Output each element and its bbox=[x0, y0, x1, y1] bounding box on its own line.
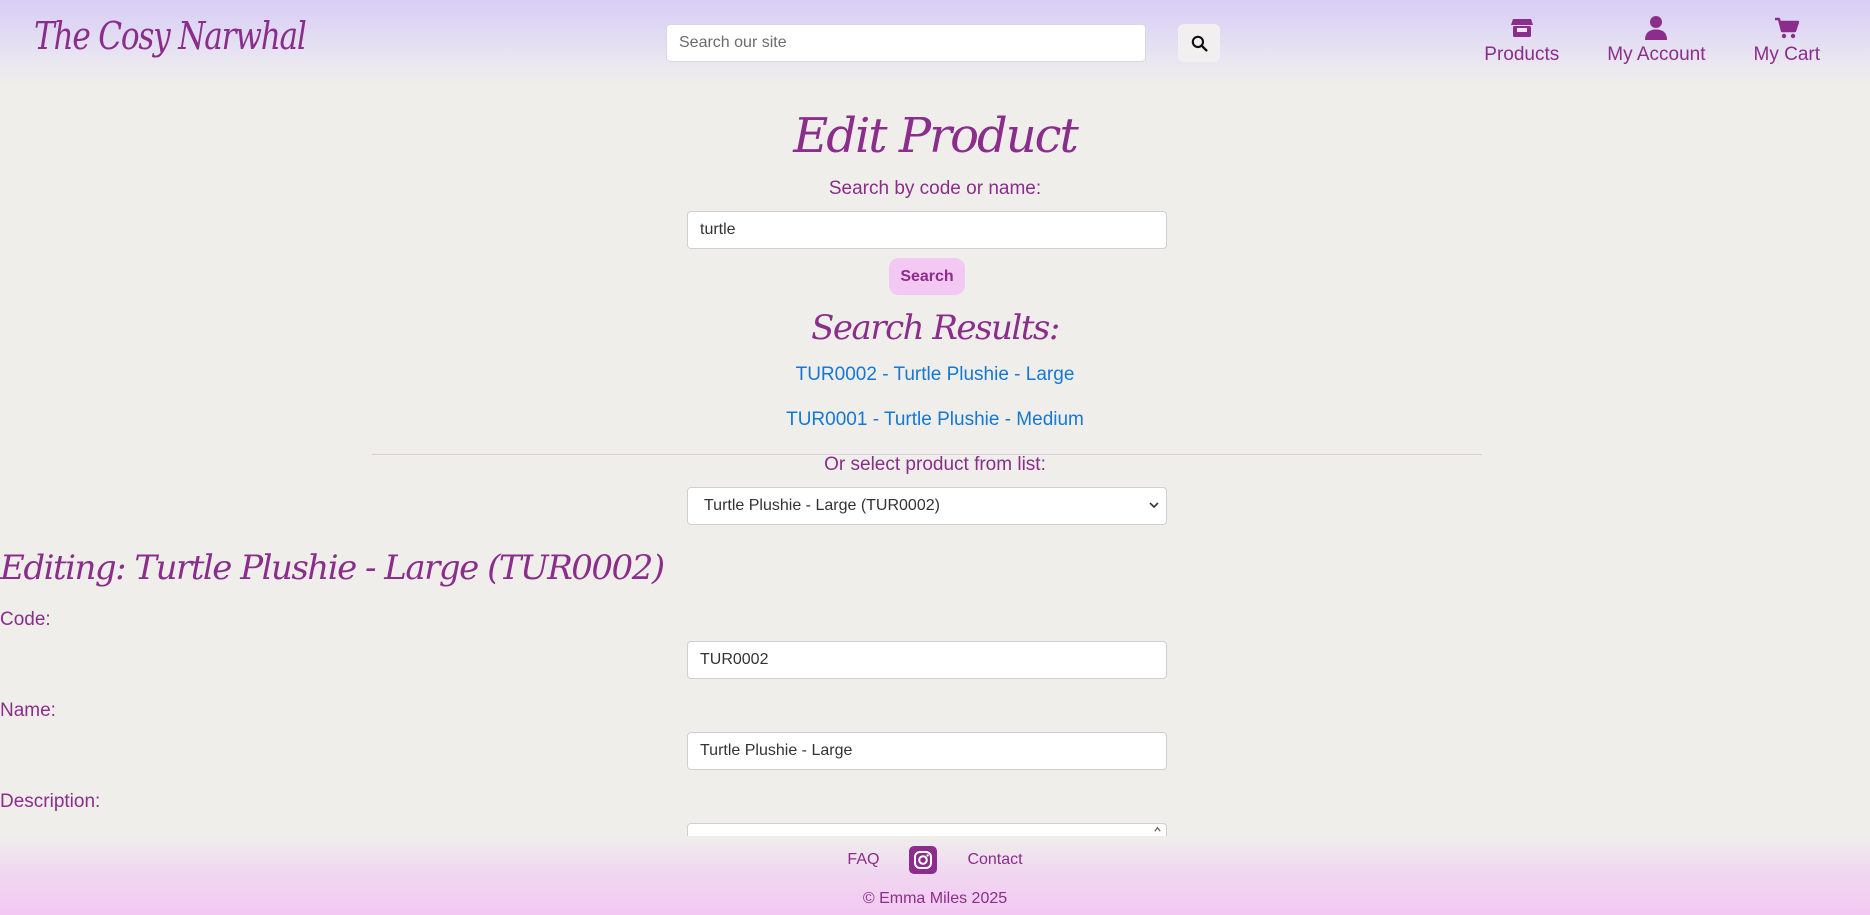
result-link-tur0002[interactable]: TUR0002 - Turtle Plushie - Large bbox=[796, 364, 1075, 385]
product-select[interactable]: Turtle Plushie - Large (TUR0002) bbox=[687, 487, 1167, 525]
description-label: Description: bbox=[0, 791, 101, 812]
instagram-icon[interactable] bbox=[909, 846, 938, 874]
code-label: Code: bbox=[0, 609, 51, 630]
page-title: Edit Product bbox=[793, 108, 1079, 164]
copyright-text: © Emma Miles 2025 bbox=[862, 890, 1008, 907]
search-result-link: TUR0002 - Turtle Plushie - Large bbox=[0, 364, 1870, 386]
site-header: The Cosy Narwhal Products bbox=[0, 0, 1870, 86]
editing-title: Editing: Turtle Plushie - Large (TUR0002… bbox=[0, 548, 665, 588]
chevron-down-icon bbox=[1149, 502, 1159, 509]
store-icon bbox=[1510, 14, 1534, 42]
nav-my-cart-label: My Cart bbox=[1753, 44, 1821, 65]
search-result-link: TUR0001 - Turtle Plushie - Medium bbox=[0, 409, 1870, 431]
nav-my-account[interactable]: My Account bbox=[1607, 14, 1706, 66]
footer-links: FAQ Contact bbox=[0, 846, 1870, 874]
search-icon bbox=[1191, 35, 1208, 52]
result-link-tur0001[interactable]: TUR0001 - Turtle Plushie - Medium bbox=[786, 409, 1084, 430]
nav-products-label: Products bbox=[1484, 44, 1560, 65]
user-icon bbox=[1644, 14, 1668, 42]
main-nav: Products My Account My Cart bbox=[1484, 14, 1820, 66]
product-search-input[interactable] bbox=[687, 211, 1167, 249]
cart-icon bbox=[1774, 14, 1800, 42]
name-field[interactable] bbox=[687, 732, 1167, 770]
code-field[interactable] bbox=[687, 641, 1167, 679]
site-logo[interactable]: The Cosy Narwhal bbox=[34, 14, 307, 58]
description-textarea[interactable] bbox=[687, 823, 1167, 837]
nav-my-account-label: My Account bbox=[1607, 44, 1706, 65]
search-label: Search by code or name: bbox=[828, 178, 1042, 199]
site-footer: FAQ Contact © Emma Miles 2025 bbox=[0, 836, 1870, 915]
nav-my-cart[interactable]: My Cart bbox=[1753, 14, 1821, 66]
product-select-value: Turtle Plushie - Large (TUR0002) bbox=[704, 497, 940, 514]
site-search-button[interactable] bbox=[1178, 24, 1220, 62]
search-results-title: Search Results: bbox=[811, 308, 1060, 348]
select-label: Or select product from list: bbox=[824, 454, 1046, 475]
product-search-button[interactable]: Search bbox=[889, 258, 965, 295]
site-search-input[interactable] bbox=[666, 24, 1146, 62]
contact-link[interactable]: Contact bbox=[967, 851, 1022, 869]
nav-products[interactable]: Products bbox=[1484, 14, 1559, 66]
faq-link[interactable]: FAQ bbox=[847, 851, 879, 869]
section-divider bbox=[372, 454, 1482, 455]
name-label: Name: bbox=[0, 700, 56, 721]
chevron-up-icon bbox=[1154, 826, 1161, 832]
